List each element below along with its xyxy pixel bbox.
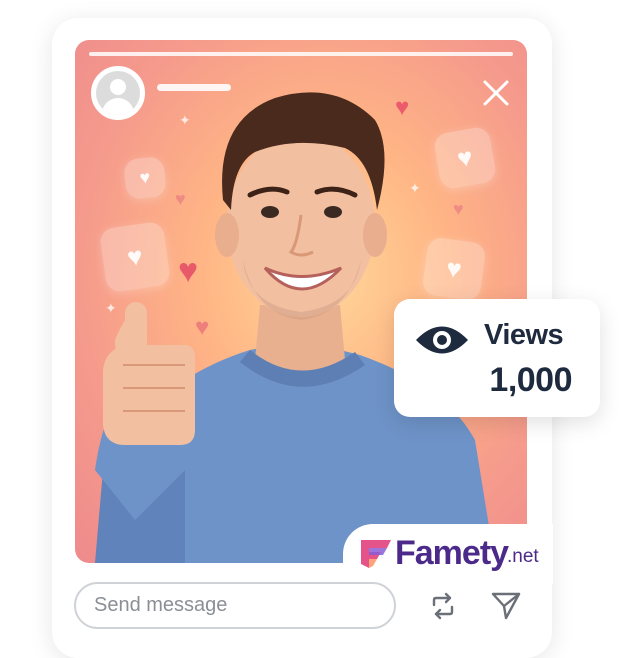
close-icon[interactable] [479, 76, 513, 110]
username-placeholder [157, 84, 231, 91]
message-input[interactable] [74, 582, 396, 629]
user-avatar-icon[interactable] [91, 66, 145, 120]
brand-tld: .net [507, 546, 539, 567]
send-icon[interactable] [490, 589, 522, 621]
repost-icon[interactable] [428, 591, 458, 621]
views-label: Views [484, 319, 564, 351]
brand-badge[interactable]: Famety .net [343, 524, 553, 584]
avatar-placeholder [96, 71, 140, 115]
brand-name: Famety [395, 534, 509, 572]
eye-icon [416, 326, 468, 354]
views-card: Views 1,000 [394, 299, 600, 417]
views-count: 1,000 [489, 361, 572, 399]
famety-logo-icon [361, 540, 391, 568]
avatar-head-shape [110, 79, 126, 95]
avatar-body-shape [102, 98, 134, 115]
